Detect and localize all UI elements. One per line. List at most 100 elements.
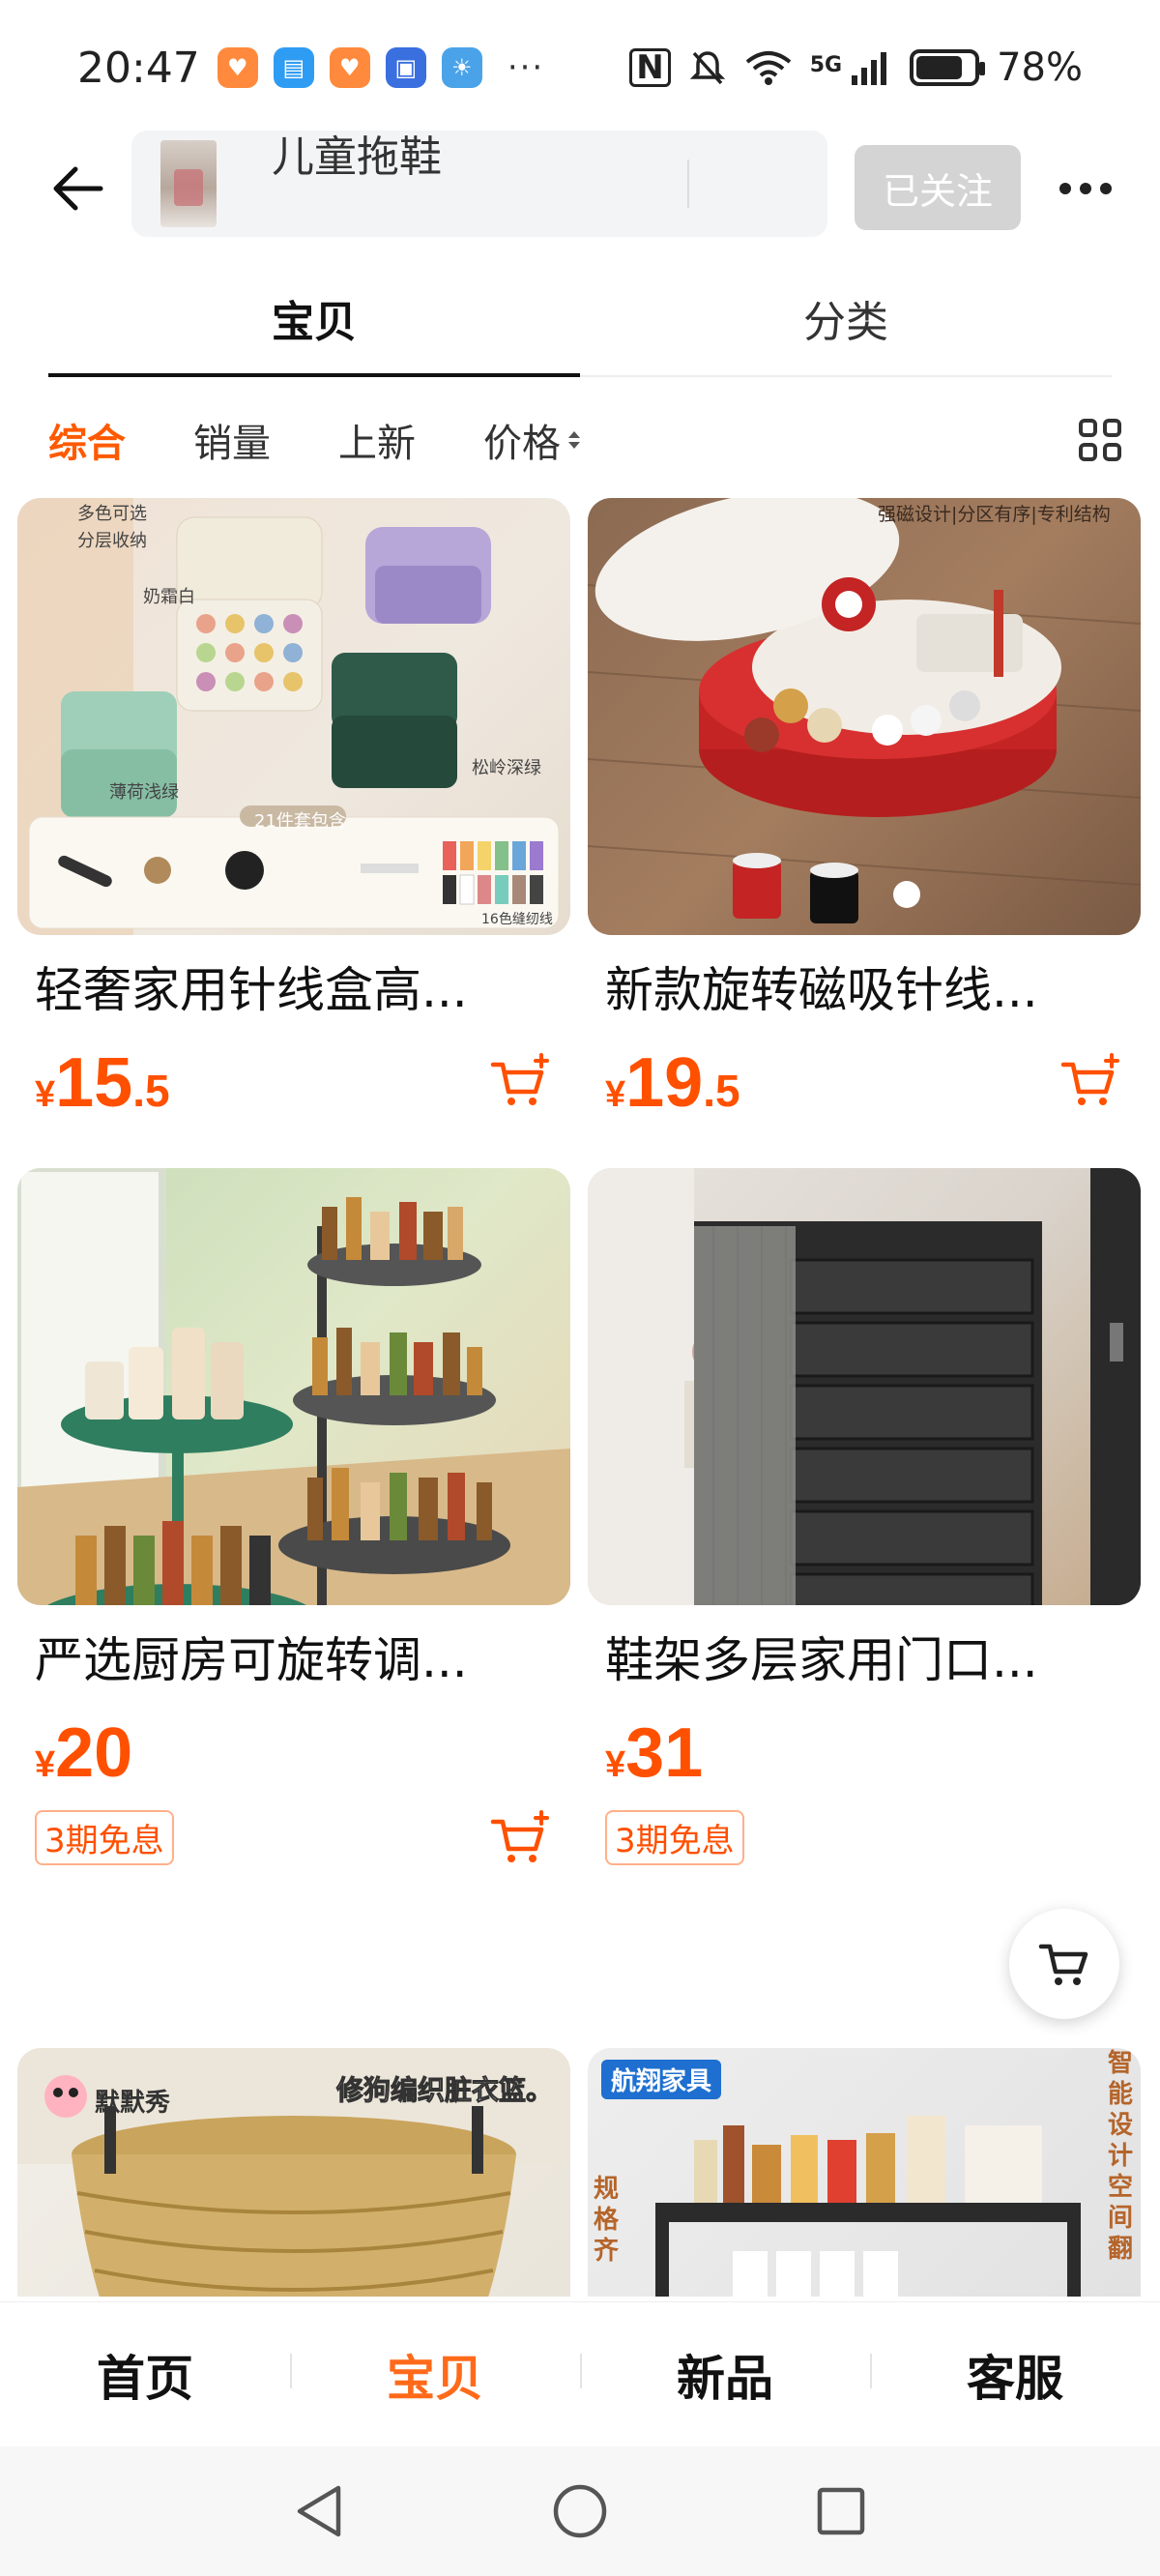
rotating-sewing-box-illustration (588, 498, 1141, 923)
product-card[interactable]: 强磁设计|分区有序|专利结构 新款旋转磁吸针线... ¥19.5 (588, 498, 1141, 1130)
sort-bar: 综合 销量 上新 价格 (48, 401, 1121, 479)
system-home-button[interactable] (546, 2477, 614, 2545)
product-price: ¥31 (605, 1714, 704, 1792)
product-card[interactable]: 鞋架多层家用门口... ¥31 3期免息 (588, 1168, 1141, 1888)
shopping-cart-icon (1038, 1944, 1088, 1985)
sewing-box-illustration (17, 498, 560, 935)
price-row: ¥15.5 (17, 1024, 570, 1130)
image-text: 奶霜白 (143, 587, 195, 607)
weather-app-icon: ☀ (441, 47, 482, 88)
spice-rack-illustration (17, 1168, 570, 1605)
product-title[interactable]: 鞋架多层家用门口... (588, 1626, 1129, 1694)
sort-sales[interactable]: 销量 (193, 412, 271, 468)
add-to-cart-icon[interactable] (1059, 1053, 1121, 1111)
nav-customer-service[interactable]: 客服 (870, 2340, 1160, 2410)
sort-arrows-icon (568, 431, 580, 449)
triangle-back-icon (297, 2485, 341, 2537)
active-tab-indicator (48, 373, 580, 377)
status-time: 20:47 (77, 43, 200, 93)
more-notifications-icon: ··· (507, 48, 545, 87)
product-image[interactable]: 强磁设计|分区有序|专利结构 (588, 498, 1141, 935)
sort-comprehensive[interactable]: 综合 (48, 412, 126, 468)
mute-bell-icon (689, 51, 725, 85)
image-text: 强磁设计|分区有序|专利结构 (878, 504, 1111, 525)
dot (1080, 183, 1091, 194)
store-header: 儿童拖鞋 已关注 (0, 131, 1160, 247)
add-to-cart-icon[interactable] (489, 1053, 551, 1111)
sort-price[interactable]: 价格 (483, 412, 580, 468)
product-image[interactable] (17, 1168, 570, 1605)
tab-categories[interactable]: 分类 (580, 261, 1112, 375)
product-card[interactable]: 默默秀 修狗编织脏衣篮。 (17, 2048, 570, 2297)
status-bar: 20:47 ♥ ▤ ♥ ▣ ☀ ··· N 5G 78% (0, 0, 1160, 135)
image-text: 多色可选 (77, 504, 147, 524)
add-to-cart-icon[interactable] (489, 1810, 551, 1868)
image-text: 规格齐 (594, 2175, 620, 2266)
price-row: ¥31 3期免息 (588, 1694, 1141, 1888)
brand-tag: 航翔家具 (601, 2060, 722, 2099)
circle-home-icon (553, 2484, 607, 2538)
product-image[interactable]: 航翔家具 规格齐 智能设计空间翻 (588, 2048, 1141, 2297)
battery-percent: 78% (997, 45, 1083, 90)
heart-app-icon: ♥ (329, 47, 370, 88)
product-title[interactable]: 轻奢家用针线盒高... (17, 956, 559, 1024)
image-text: 分层收纳 (77, 531, 147, 551)
nav-home[interactable]: 首页 (0, 2340, 290, 2410)
system-nav-bar (0, 2446, 1160, 2576)
arrow-left-icon (53, 166, 103, 211)
sort-price-label: 价格 (483, 422, 561, 466)
product-card[interactable]: 严选厨房可旋转调... ¥20 3期免息 (17, 1168, 570, 1888)
image-text: 默默秀 (95, 2089, 171, 2118)
price-row: ¥20 3期免息 (17, 1694, 570, 1888)
system-back-button[interactable] (285, 2477, 353, 2545)
dot (1059, 183, 1071, 194)
floating-cart-button[interactable] (1009, 1909, 1119, 2019)
image-text: 松岭深绿 (472, 758, 541, 778)
product-title[interactable]: 严选厨房可旋转调... (17, 1626, 559, 1694)
back-button[interactable] (39, 150, 116, 227)
product-card[interactable]: 多色可选 分层收纳 奶霜白 薄荷浅绿 松岭深绿 21件套包含 16色缝纫线 轻奢… (17, 498, 570, 1130)
square-recents-icon (817, 2487, 865, 2535)
network-type: 5G (809, 53, 843, 77)
price-row: ¥19.5 (588, 1024, 1141, 1130)
nav-new-arrivals[interactable]: 新品 (580, 2340, 870, 2410)
nfc-icon: N (629, 48, 671, 87)
product-card[interactable]: 航翔家具 规格齐 智能设计空间翻 (588, 2048, 1141, 2297)
search-input[interactable]: 儿童拖鞋 (272, 131, 442, 185)
status-right: N 5G 78% (629, 45, 1083, 90)
image-text: 21件套包含 (254, 811, 346, 832)
nav-items[interactable]: 宝贝 (290, 2340, 580, 2410)
sort-newest[interactable]: 上新 (338, 412, 416, 468)
product-image[interactable]: 多色可选 分层收纳 奶霜白 薄荷浅绿 松岭深绿 21件套包含 16色缝纫线 (17, 498, 570, 935)
heart-app-icon: ♥ (217, 47, 258, 88)
image-text: 智能设计空间翻 (1108, 2049, 1134, 2264)
image-text: 修狗编织脏衣篮。 (335, 2074, 554, 2107)
system-recents-button[interactable] (807, 2477, 875, 2545)
product-grid: 多色可选 分层收纳 奶霜白 薄荷浅绿 松岭深绿 21件套包含 16色缝纫线 轻奢… (0, 498, 1160, 2297)
shoe-rack-illustration (588, 1168, 1141, 1605)
more-options-button[interactable] (1052, 160, 1119, 218)
product-image[interactable]: 默默秀 修狗编织脏衣篮。 (17, 2048, 570, 2297)
search-box[interactable]: 儿童拖鞋 (131, 131, 827, 237)
search-product-thumbnail (160, 140, 217, 227)
product-title[interactable]: 新款旋转磁吸针线... (588, 956, 1129, 1024)
store-tabs: 宝贝 分类 (48, 261, 1112, 377)
wifi-icon (745, 51, 791, 85)
notification-icons: ♥ ▤ ♥ ▣ ☀ ··· (217, 47, 545, 88)
dot (1100, 183, 1112, 194)
installment-badge: 3期免息 (35, 1810, 174, 1865)
search-divider (687, 160, 689, 208)
id-app-icon: ▣ (385, 47, 426, 88)
product-price: ¥19.5 (605, 1044, 740, 1122)
installment-badge: 3期免息 (605, 1810, 744, 1865)
product-price: ¥15.5 (35, 1044, 170, 1122)
book-app-icon: ▤ (273, 47, 314, 88)
follow-button[interactable]: 已关注 (855, 145, 1021, 230)
image-text: 薄荷浅绿 (109, 782, 179, 803)
grid-view-toggle[interactable] (1079, 419, 1121, 461)
battery-icon (910, 49, 986, 86)
product-image[interactable] (588, 1168, 1141, 1605)
tab-items[interactable]: 宝贝 (48, 261, 580, 375)
signal-icon (852, 52, 887, 85)
product-price: ¥20 (35, 1714, 133, 1792)
